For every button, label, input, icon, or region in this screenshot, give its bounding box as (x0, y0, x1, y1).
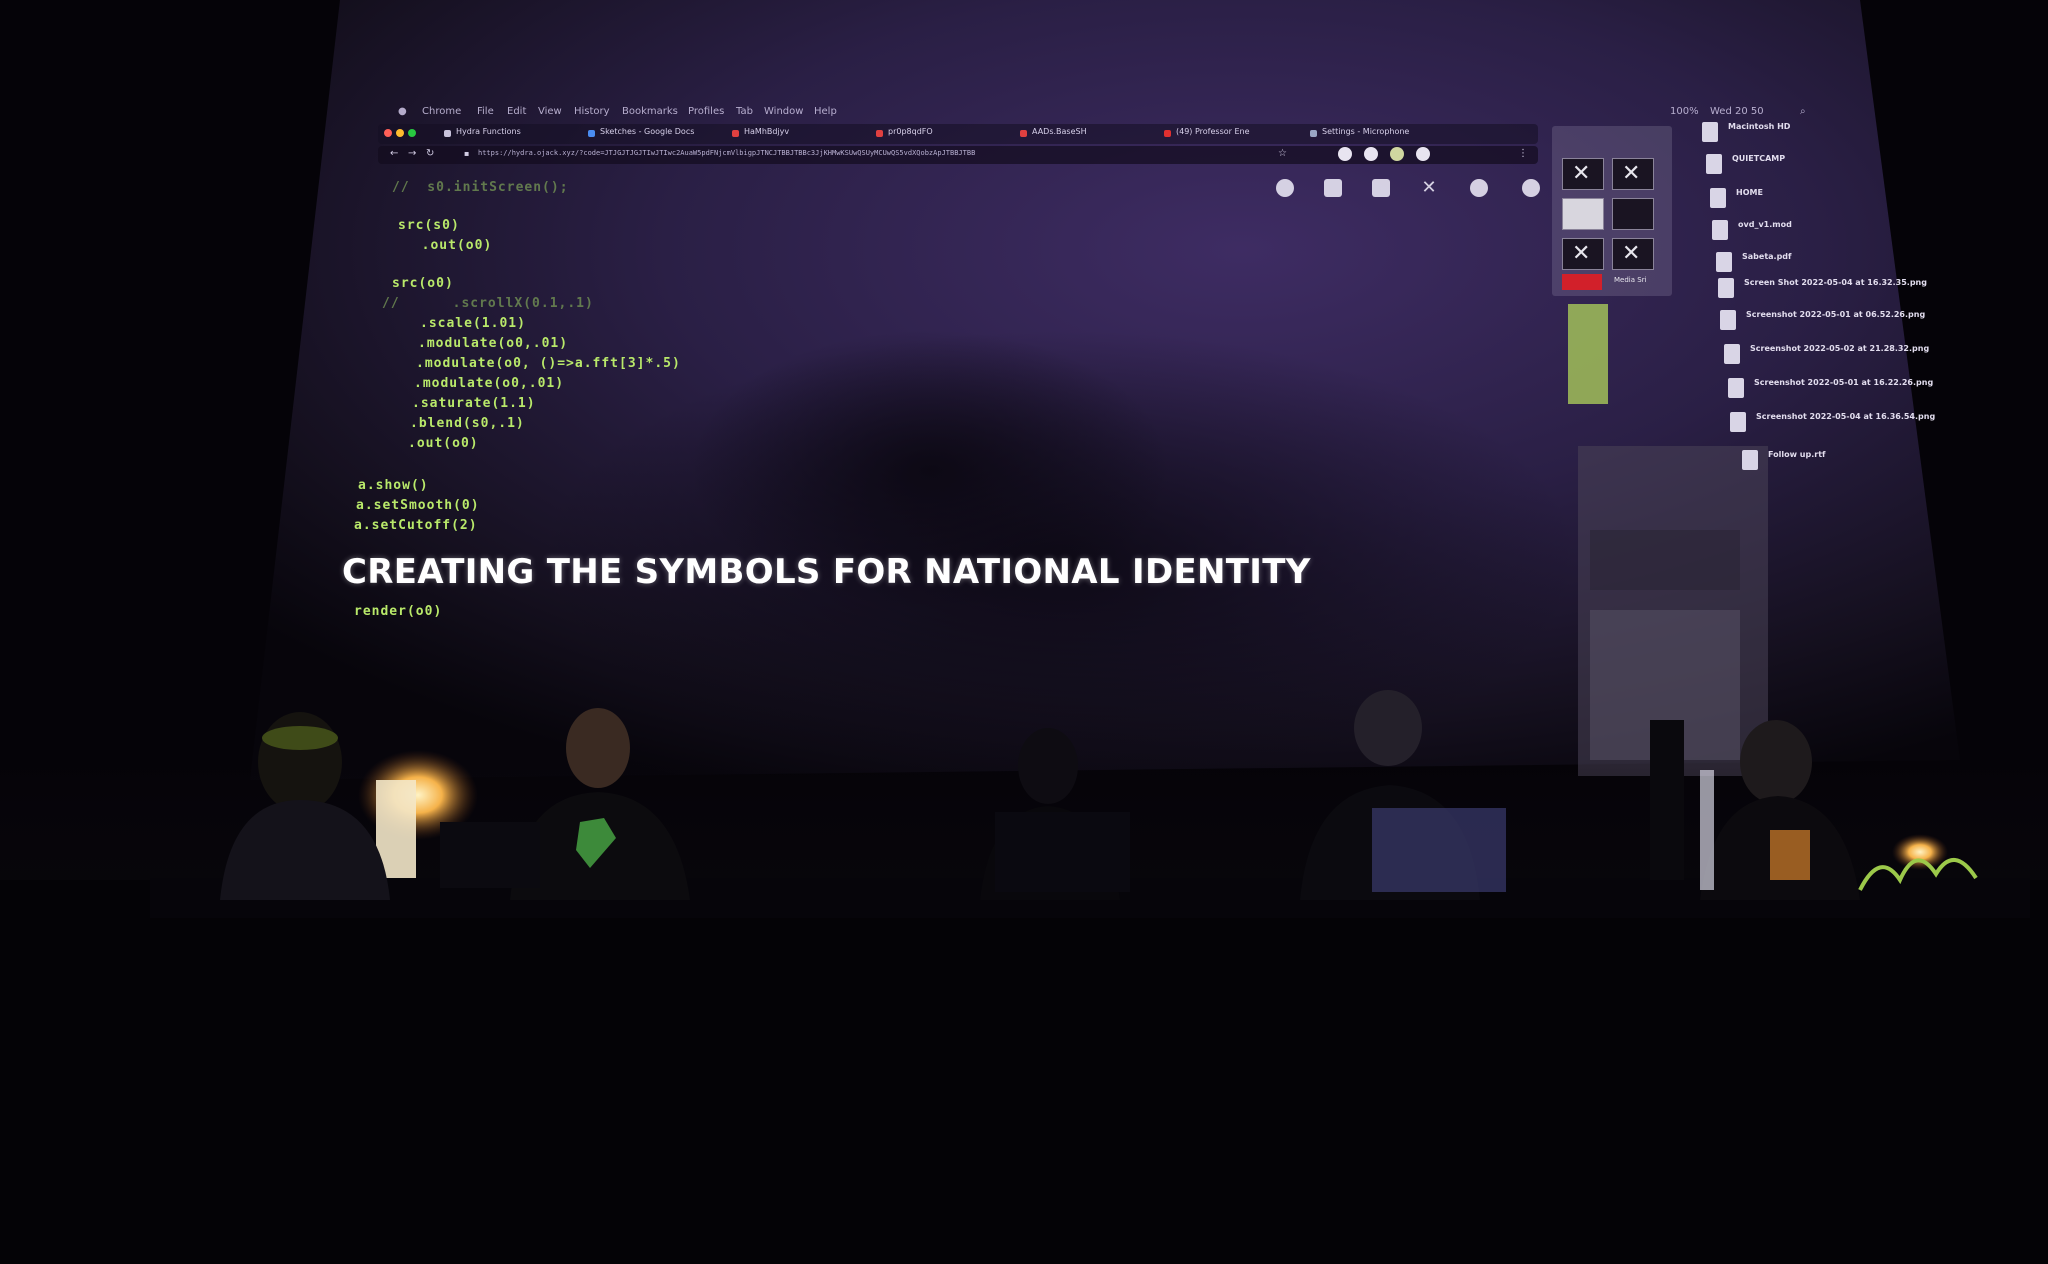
performer-5 (1650, 720, 1860, 900)
performers (150, 690, 2030, 918)
performer-2 (440, 708, 690, 900)
performer-4 (1300, 690, 1506, 900)
performer-3 (980, 728, 1130, 900)
photo-stage: ● Chrome File Edit View History Bookmark… (0, 0, 2048, 1264)
